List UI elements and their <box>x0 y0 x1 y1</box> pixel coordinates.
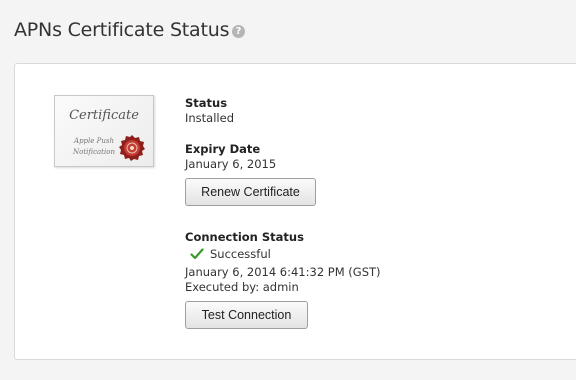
connection-result: Successful <box>210 247 271 261</box>
status-label: Status <box>185 96 228 110</box>
status-value: Installed <box>185 111 234 125</box>
seal-icon <box>119 135 145 161</box>
expiry-date-label: Expiry Date <box>185 142 261 156</box>
certificate-image-line1: Apple Push <box>74 137 114 145</box>
certificate-image-title: Certificate <box>69 108 139 123</box>
page-title: APNs Certificate Status <box>14 19 230 41</box>
certificate-image: Certificate Apple Push Notification <box>54 95 154 167</box>
check-icon <box>190 248 204 260</box>
help-icon[interactable]: ? <box>232 25 245 38</box>
certificate-image-subtitle: Apple Push Notification <box>68 136 120 158</box>
connection-timestamp: January 6, 2014 6:41:32 PM (GST) <box>185 265 381 279</box>
test-connection-button[interactable]: Test Connection <box>185 301 308 329</box>
certificate-image-line2: Notification <box>73 148 115 156</box>
renew-certificate-button[interactable]: Renew Certificate <box>185 178 316 206</box>
expiry-date-value: January 6, 2015 <box>185 157 277 171</box>
executed-by: Executed by: admin <box>185 280 299 294</box>
connection-status-label: Connection Status <box>185 230 304 244</box>
certificate-panel: Certificate Apple Push Notification Stat… <box>14 63 576 360</box>
